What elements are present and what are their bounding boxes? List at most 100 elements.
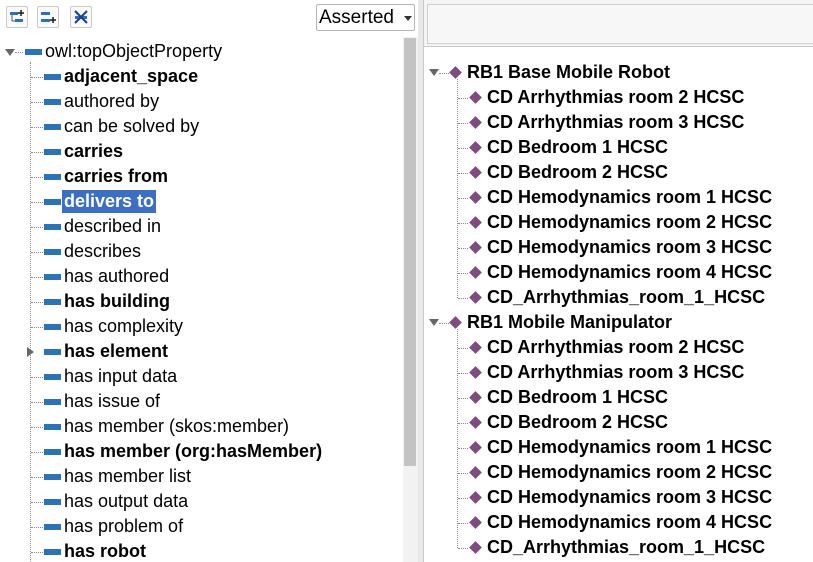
expand-arrow-icon[interactable]: [5, 49, 15, 56]
tree-connector: [15, 52, 23, 53]
individual-icon: [469, 191, 482, 204]
tree-connector: [458, 373, 468, 374]
property-tree-item[interactable]: has member list: [0, 464, 403, 489]
property-tree-item[interactable]: has problem of: [0, 514, 403, 539]
expand-arrow-icon[interactable]: [429, 69, 439, 76]
object-property-icon: [44, 499, 61, 505]
property-tree-item[interactable]: has robot: [0, 539, 403, 562]
usage-item-row[interactable]: CD Bedroom 2 HCSC: [424, 410, 813, 435]
property-tree-item[interactable]: carries: [0, 139, 403, 164]
usage-item-row[interactable]: CD Hemodynamics room 1 HCSC: [424, 185, 813, 210]
property-tree-item[interactable]: described in: [0, 214, 403, 239]
usage-item-row[interactable]: CD Arrhythmias room 3 HCSC: [424, 360, 813, 385]
delete-property-button[interactable]: [70, 6, 92, 28]
tree-connector: [458, 473, 468, 474]
tree-connector: [458, 548, 468, 549]
usage-item-row[interactable]: CD Bedroom 1 HCSC: [424, 385, 813, 410]
property-tree-item[interactable]: has member (skos:member): [0, 414, 403, 439]
hierarchy-toolbar: Asserted: [0, 0, 418, 34]
individual-icon: [449, 66, 462, 79]
property-tree-item[interactable]: delivers to: [0, 189, 403, 214]
usage-panel-header-box: [427, 4, 813, 44]
individual-icon: [469, 216, 482, 229]
individual-icon: [449, 316, 462, 329]
property-tree-item[interactable]: carries from: [0, 164, 403, 189]
usage-item-label: CD Hemodynamics room 2 HCSC: [487, 462, 773, 482]
scrollbar-thumb[interactable]: [404, 38, 416, 466]
usage-item-label: CD Arrhythmias room 3 HCSC: [487, 362, 745, 382]
individual-icon: [469, 291, 482, 304]
property-tree-item[interactable]: has output data: [0, 489, 403, 514]
property-tree-item[interactable]: describes: [0, 239, 403, 264]
property-tree-item[interactable]: adjacent_space: [0, 64, 403, 89]
usage-group-row[interactable]: RB1 Mobile Manipulator: [424, 310, 813, 335]
property-label: has problem of: [64, 516, 184, 536]
usage-group-label: RB1 Mobile Manipulator: [467, 312, 673, 332]
tree-connector: [458, 348, 468, 349]
usage-item-label: CD_Arrhythmias_room_1_HCSC: [487, 287, 766, 307]
usage-item-label: CD Hemodynamics room 3 HCSC: [487, 237, 773, 257]
expand-arrow-icon[interactable]: [429, 319, 439, 326]
tree-connector: [458, 448, 468, 449]
add-sibling-property-button[interactable]: [37, 6, 59, 28]
usage-item-row[interactable]: CD Hemodynamics room 1 HCSC: [424, 435, 813, 460]
object-property-icon: [44, 199, 61, 205]
usage-item-row[interactable]: CD Hemodynamics room 3 HCSC: [424, 485, 813, 510]
object-property-icon: [44, 224, 61, 230]
individual-icon: [469, 541, 482, 554]
view-mode-select[interactable]: Asserted: [316, 4, 415, 31]
tree-root-row[interactable]: owl:topObjectProperty: [0, 39, 403, 64]
property-tree-item[interactable]: has input data: [0, 364, 403, 389]
individual-icon: [469, 366, 482, 379]
tree-connector: [31, 202, 43, 203]
tree-connector: [31, 277, 43, 278]
usage-item-row[interactable]: CD Bedroom 1 HCSC: [424, 135, 813, 160]
usage-item-row[interactable]: CD Hemodynamics room 3 HCSC: [424, 235, 813, 260]
usage-item-row[interactable]: CD Hemodynamics room 2 HCSC: [424, 460, 813, 485]
property-label: authored by: [64, 91, 160, 111]
property-tree-item[interactable]: authored by: [0, 89, 403, 114]
usage-item-label: CD Hemodynamics room 4 HCSC: [487, 512, 773, 532]
property-tree-item[interactable]: can be solved by: [0, 114, 403, 139]
usage-item-row[interactable]: CD Hemodynamics room 2 HCSC: [424, 210, 813, 235]
usage-item-row[interactable]: CD Arrhythmias room 2 HCSC: [424, 85, 813, 110]
individual-icon: [469, 391, 482, 404]
usage-item-label: CD Hemodynamics room 4 HCSC: [487, 262, 773, 282]
object-property-icon: [44, 349, 61, 355]
individual-icon: [469, 441, 482, 454]
object-property-icon: [44, 274, 61, 280]
usage-item-row[interactable]: CD Hemodynamics room 4 HCSC: [424, 260, 813, 285]
property-tree-item[interactable]: has authored: [0, 264, 403, 289]
usage-item-row[interactable]: CD_Arrhythmias_room_1_HCSC: [424, 535, 813, 560]
usage-group-row[interactable]: RB1 Base Mobile Robot: [424, 60, 813, 85]
usage-item-row[interactable]: CD Arrhythmias room 3 HCSC: [424, 110, 813, 135]
individual-icon: [469, 491, 482, 504]
usage-item-label: CD_Arrhythmias_room_1_HCSC: [487, 537, 766, 557]
object-property-icon: [44, 249, 61, 255]
property-label: has robot: [64, 541, 147, 561]
tree-connector: [31, 402, 43, 403]
property-label: has output data: [64, 491, 189, 511]
tree-connector: [458, 123, 468, 124]
usage-item-row[interactable]: CD_Arrhythmias_room_1_HCSC: [424, 285, 813, 310]
property-tree-item[interactable]: has issue of: [0, 389, 403, 414]
property-tree-item[interactable]: has building: [0, 289, 403, 314]
usage-panel-header: [424, 0, 813, 47]
property-label: has element: [64, 341, 169, 361]
property-tree-item[interactable]: has element: [0, 339, 403, 364]
property-label: described in: [64, 216, 162, 236]
individual-icon: [469, 141, 482, 154]
property-tree-item[interactable]: has complexity: [0, 314, 403, 339]
usage-item-row[interactable]: CD Bedroom 2 HCSC: [424, 160, 813, 185]
usage-item-row[interactable]: CD Hemodynamics room 4 HCSC: [424, 510, 813, 535]
tree-connector: [31, 377, 43, 378]
add-sub-property-button[interactable]: [6, 6, 28, 28]
usage-item-row[interactable]: CD Arrhythmias room 2 HCSC: [424, 335, 813, 360]
expand-arrow-icon[interactable]: [27, 347, 34, 357]
property-tree-item[interactable]: has member (org:hasMember): [0, 439, 403, 464]
usage-group-label: RB1 Base Mobile Robot: [467, 62, 671, 82]
tree-connector: [458, 148, 468, 149]
tree-connector: [458, 498, 468, 499]
individual-icon: [469, 166, 482, 179]
property-label: has complexity: [64, 316, 184, 336]
